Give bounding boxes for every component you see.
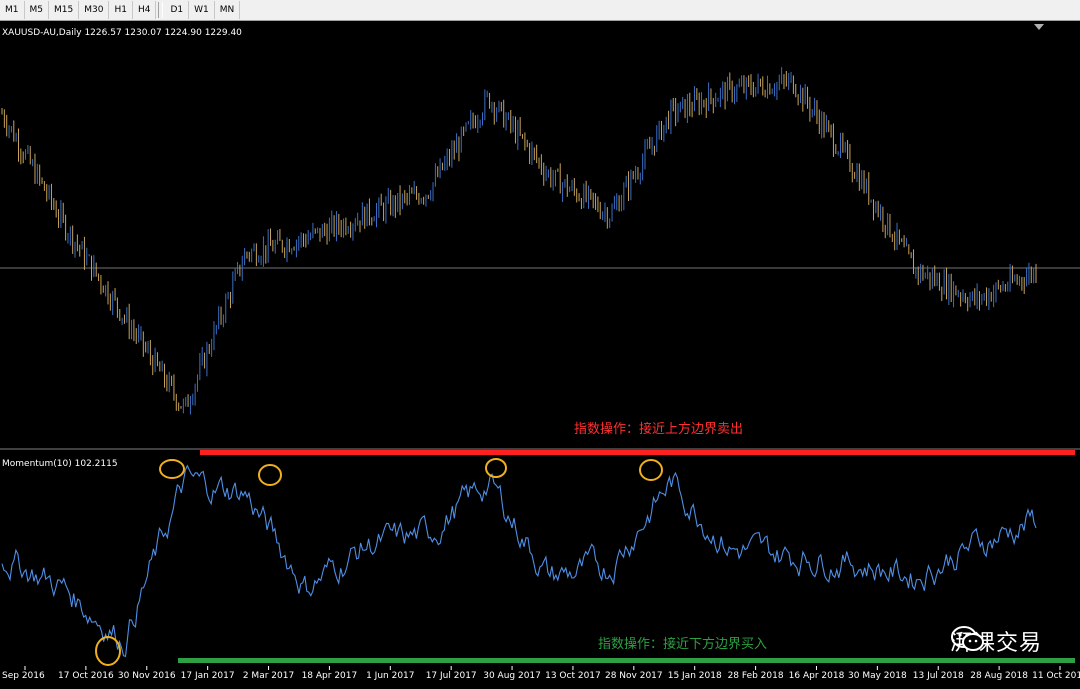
wechat-icon bbox=[950, 626, 984, 651]
time-axis-tick-label: 28 Feb 2018 bbox=[728, 671, 784, 681]
lower-boundary-bar bbox=[178, 658, 1075, 663]
upper-annotation-text: 指数操作：接近上方边界卖出 bbox=[574, 421, 743, 437]
buy-signal-circle-1 bbox=[95, 636, 121, 666]
time-axis-tick-label: 17 Oct 2016 bbox=[58, 671, 114, 681]
timeframe-m15[interactable]: M15 bbox=[49, 1, 80, 19]
lower-annotation-text: 指数操作：接近下方边界买入 bbox=[598, 636, 767, 652]
upper-boundary-bar bbox=[200, 450, 1075, 455]
time-axis-tick-label: 2 Mar 2017 bbox=[243, 671, 294, 681]
timeframe-d1[interactable]: D1 bbox=[165, 1, 190, 19]
time-axis: Sep 2016 17 Oct 2016 30 Nov 2016 17 Jan 201… bbox=[2, 666, 1080, 681]
timeframe-m30[interactable]: M30 bbox=[79, 1, 110, 19]
symbol-label: XAUUSD-AU,Daily 1226.57 1230.07 1224.90 … bbox=[2, 28, 242, 38]
momentum-line bbox=[1, 464, 1037, 658]
time-axis-tick-label: 11 Oct 2018 bbox=[1032, 671, 1080, 681]
time-axis-tick-label: 18 Apr 2017 bbox=[302, 671, 358, 681]
time-axis-tick-label: Sep 2016 bbox=[2, 671, 45, 681]
time-axis-tick-label: 28 Aug 2018 bbox=[970, 671, 1028, 681]
chart-window[interactable]: XAUUSD-AU,Daily 1226.57 1230.07 1224.90 … bbox=[0, 21, 1080, 689]
sell-signal-circle-4 bbox=[639, 459, 663, 481]
timeframe-mn[interactable]: MN bbox=[215, 1, 241, 19]
timeframe-h4[interactable]: H4 bbox=[133, 1, 157, 19]
shift-marker-icon[interactable] bbox=[1034, 24, 1044, 30]
price-chart-canvas[interactable]: XAUUSD-AU,Daily 1226.57 1230.07 1224.90 … bbox=[0, 21, 1080, 689]
timeframe-m5[interactable]: M5 bbox=[25, 1, 49, 19]
time-axis-tick-label: 13 Jul 2018 bbox=[913, 671, 964, 681]
candlestick-series bbox=[1, 67, 1037, 415]
timeframe-toolbar: M1 M5 M15 M30 H1 H4 D1 W1 MN bbox=[0, 0, 1080, 21]
time-axis-tick-label: 28 Nov 2017 bbox=[605, 671, 663, 681]
time-axis-tick-label: 17 Jan 2017 bbox=[181, 671, 235, 681]
time-axis-tick-label: 17 Jul 2017 bbox=[426, 671, 477, 681]
timeframe-m1[interactable]: M1 bbox=[0, 1, 25, 19]
timeframe-h1[interactable]: H1 bbox=[109, 1, 133, 19]
sell-signal-circle-2 bbox=[258, 464, 282, 486]
time-axis-tick-label: 30 Aug 2017 bbox=[483, 671, 541, 681]
time-axis-tick-label: 13 Oct 2017 bbox=[545, 671, 601, 681]
time-axis-tick-label: 30 May 2018 bbox=[848, 671, 907, 681]
timeframe-w1[interactable]: W1 bbox=[189, 1, 215, 19]
time-axis-tick-label: 30 Nov 2016 bbox=[118, 671, 176, 681]
sell-signal-circle-1 bbox=[159, 459, 185, 479]
time-axis-tick-label: 16 Apr 2018 bbox=[789, 671, 845, 681]
time-axis-tick-label: 15 Jan 2018 bbox=[668, 671, 722, 681]
time-axis-tick-label: 1 Jun 2017 bbox=[366, 671, 414, 681]
indicator-label: Momentum(10) 102.2115 bbox=[2, 459, 118, 469]
sell-signal-circle-3 bbox=[485, 458, 507, 478]
toolbar-separator bbox=[158, 2, 164, 18]
watermark-brand: 湃课交易 bbox=[950, 625, 1042, 657]
